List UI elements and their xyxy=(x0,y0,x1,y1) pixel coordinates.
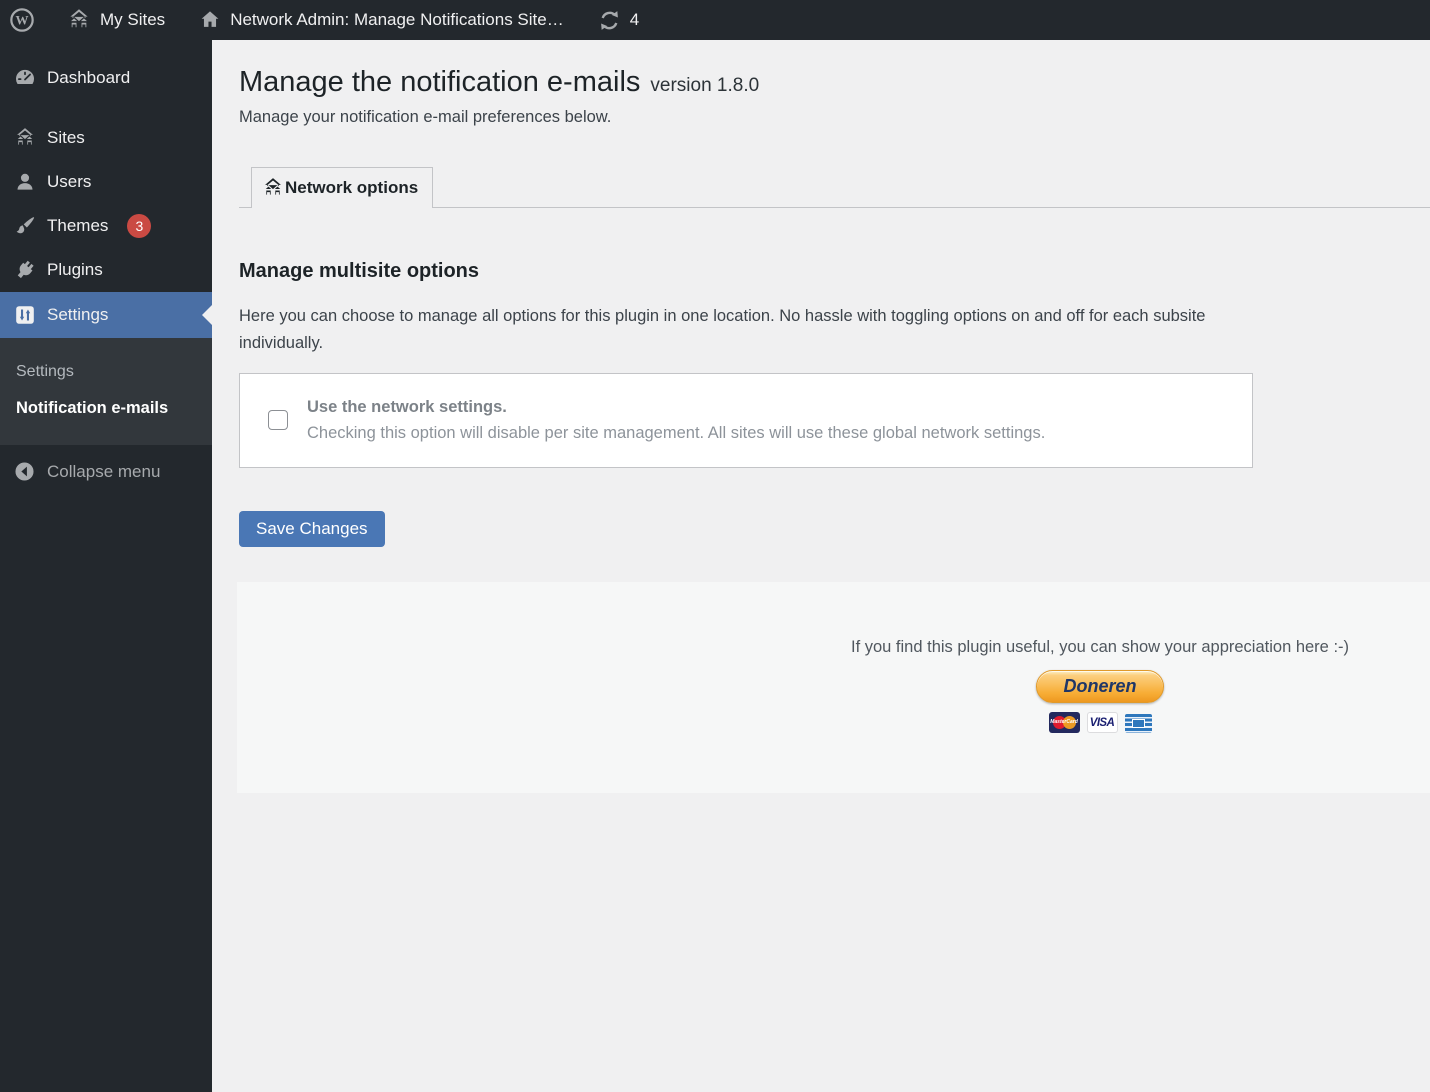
payment-cards: MasterCard VISA xyxy=(800,712,1400,733)
sidebar-item-themes[interactable]: Themes 3 xyxy=(0,204,212,248)
sidebar-item-label: Plugins xyxy=(47,260,103,280)
sites-icon xyxy=(14,127,36,149)
option-label-block: Use the network settings. Checking this … xyxy=(307,398,1045,443)
tab-bar: Network options xyxy=(239,167,1430,208)
collapse-menu-label: Collapse menu xyxy=(47,462,160,482)
main-content: Manage the notification e-mails version 1… xyxy=(212,40,1430,1092)
page-title: Manage the notification e-mails xyxy=(239,66,640,98)
submenu-item-notification-emails[interactable]: Notification e-mails xyxy=(16,390,212,427)
donation-message: If you find this plugin useful, you can … xyxy=(800,638,1400,657)
sidebar-item-label: Sites xyxy=(47,128,85,148)
current-site-label: Network Admin: Manage Notifications Site… xyxy=(230,10,564,30)
plugins-icon xyxy=(14,259,36,281)
updates-indicator[interactable]: 4 xyxy=(586,0,651,40)
sidebar-item-label: Dashboard xyxy=(47,68,130,88)
my-sites-label: My Sites xyxy=(100,10,165,30)
wp-logo-letter: W xyxy=(16,12,29,27)
settings-submenu: Settings Notification e-mails xyxy=(0,338,212,445)
my-sites-menu[interactable]: My Sites xyxy=(55,0,177,40)
collapse-menu-button[interactable]: Collapse menu xyxy=(0,447,212,482)
wordpress-logo-menu[interactable]: W xyxy=(0,0,45,40)
use-network-settings-checkbox[interactable] xyxy=(268,410,288,430)
plugin-version: version 1.8.0 xyxy=(650,75,759,96)
wordpress-logo-icon: W xyxy=(9,7,35,33)
multisite-icon xyxy=(262,177,284,199)
network-settings-option-box: Use the network settings. Checking this … xyxy=(239,373,1253,468)
home-icon xyxy=(199,9,221,31)
admin-bar: W My Sites Network Admin: xyxy=(0,0,1430,40)
paypal-donate-button[interactable]: Doneren xyxy=(1036,670,1164,703)
tab-network-options[interactable]: Network options xyxy=(251,167,433,208)
current-site-menu[interactable]: Network Admin: Manage Notifications Site… xyxy=(187,0,576,40)
admin-sidebar: Dashboard Sites Users xyxy=(0,40,212,1092)
multisite-icon xyxy=(67,8,91,32)
mastercard-icon: MasterCard xyxy=(1049,712,1080,733)
themes-brush-icon xyxy=(14,215,36,237)
sidebar-item-plugins[interactable]: Plugins xyxy=(0,248,212,292)
settings-sliders-icon xyxy=(14,304,36,326)
themes-update-badge: 3 xyxy=(127,214,151,238)
collapse-arrow-icon xyxy=(14,461,35,482)
sidebar-item-dashboard[interactable]: Dashboard xyxy=(0,56,212,100)
visa-icon: VISA xyxy=(1087,712,1118,733)
sidebar-item-settings[interactable]: Settings xyxy=(0,292,212,338)
sidebar-item-label: Themes xyxy=(47,216,108,236)
section-intro: Here you can choose to manage all option… xyxy=(239,303,1234,357)
users-icon xyxy=(14,171,36,193)
page-subtitle: Manage your notification e-mail preferen… xyxy=(239,108,1430,127)
submenu-item-settings[interactable]: Settings xyxy=(16,354,212,390)
mastercard-label: MasterCard xyxy=(1049,720,1080,725)
option-description: Checking this option will disable per si… xyxy=(307,424,1045,443)
tab-label: Network options xyxy=(285,178,418,198)
donation-panel: If you find this plugin useful, you can … xyxy=(237,582,1430,793)
option-title[interactable]: Use the network settings. xyxy=(307,398,1045,417)
sidebar-item-label: Users xyxy=(47,172,91,192)
save-changes-button[interactable]: Save Changes xyxy=(239,511,385,547)
section-heading: Manage multisite options xyxy=(239,260,1430,283)
sidebar-item-label: Settings xyxy=(47,305,108,325)
dashboard-icon xyxy=(14,67,36,89)
sidebar-item-users[interactable]: Users xyxy=(0,160,212,204)
updates-icon xyxy=(598,9,621,32)
updates-count: 4 xyxy=(630,10,639,30)
sidebar-item-sites[interactable]: Sites xyxy=(0,116,212,160)
amex-icon xyxy=(1125,714,1152,733)
